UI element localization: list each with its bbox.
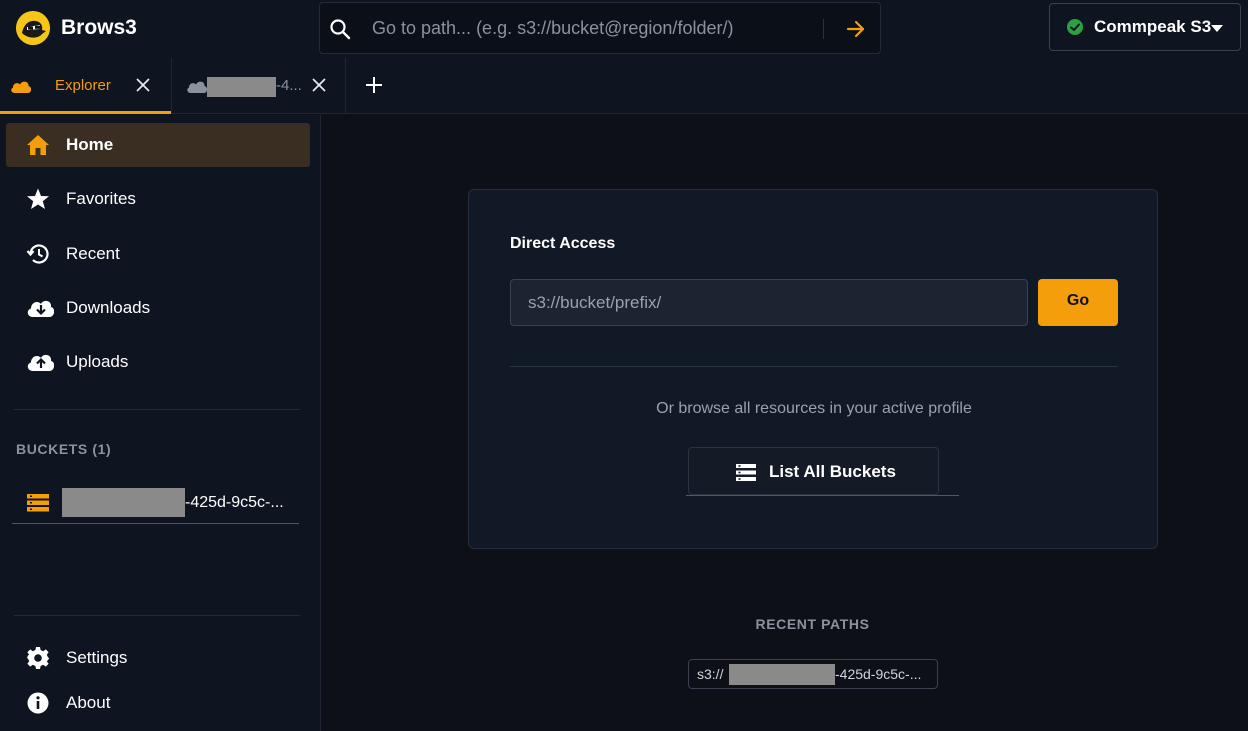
cloud-upload-icon (26, 350, 55, 374)
search-input[interactable]: Go to path... (e.g. s3://bucket@region/f… (372, 18, 733, 39)
direct-access-card: Direct Access s3://bucket/prefix/ Go Or … (468, 189, 1158, 549)
sidebar-divider (14, 615, 300, 616)
tab-label: Explorer (55, 77, 111, 94)
caret-down-icon (1211, 25, 1223, 32)
bucket-list-item[interactable]: -425d-9c5c-... (12, 482, 299, 524)
close-icon[interactable] (309, 75, 329, 95)
search-icon (329, 18, 351, 40)
direct-access-placeholder: s3://bucket/prefix/ (528, 293, 662, 312)
card-divider (510, 366, 1118, 367)
cloud-icon (186, 80, 208, 93)
sidebar-item-uploads[interactable]: Uploads (6, 340, 310, 384)
top-bar: Brows3 Go to path... (e.g. s3://bucket@r… (0, 0, 1248, 58)
tab-label: -4... (276, 77, 302, 94)
direct-access-input[interactable]: s3://bucket/prefix/ (510, 279, 1028, 326)
go-button-label: Go (1066, 292, 1090, 309)
profile-name: Commpeak S3 (1094, 17, 1212, 36)
sidebar-item-label: Recent (66, 244, 120, 263)
focus-underline (686, 495, 959, 496)
profile-selector-button[interactable]: Commpeak S3 (1049, 3, 1241, 51)
redacted-text (207, 77, 276, 97)
tab-bucket[interactable]: -4... (171, 58, 346, 114)
sidebar-item-label: About (66, 693, 111, 712)
buckets-heading: BUCKETS (1) (16, 441, 112, 457)
browse-hint: Or browse all resources in your active p… (656, 400, 972, 417)
tab-explorer[interactable]: Explorer (0, 58, 171, 114)
cloud-download-icon (26, 296, 55, 320)
info-icon (26, 691, 50, 715)
star-icon (26, 187, 50, 211)
sidebar-item-settings[interactable]: Settings (6, 636, 310, 680)
duck-logo-icon[interactable] (16, 11, 50, 45)
sidebar-item-downloads[interactable]: Downloads (6, 286, 310, 330)
list-all-buckets-label: List All Buckets (769, 462, 896, 481)
tab-bar: Explorer -4... (0, 58, 1248, 114)
close-icon[interactable] (133, 75, 153, 95)
app-title: Brows3 (61, 16, 137, 39)
direct-access-title: Direct Access (510, 235, 616, 252)
sidebar-item-home[interactable]: Home (6, 123, 310, 167)
sidebar: Home Favorites Recent Downloads Uploads … (0, 115, 321, 731)
redacted-text (62, 488, 185, 517)
sidebar-item-label: Downloads (66, 298, 151, 317)
sidebar-item-label: Uploads (66, 352, 129, 371)
list-all-buckets-button[interactable]: List All Buckets (688, 447, 939, 495)
recent-path-chip[interactable]: s3:// -425d-9c5c-... (688, 659, 938, 689)
bucket-name: -425d-9c5c-... (185, 494, 284, 511)
bucket-storage-icon (27, 494, 49, 512)
sidebar-item-about[interactable]: About (6, 681, 310, 725)
sidebar-item-label: Favorites (66, 189, 136, 208)
cloud-icon (10, 80, 32, 93)
main-content: Direct Access s3://bucket/prefix/ Go Or … (321, 115, 1248, 731)
search-divider (823, 19, 824, 39)
redacted-text (729, 664, 835, 685)
go-button[interactable]: Go (1038, 279, 1118, 326)
add-tab-button[interactable] (362, 73, 386, 97)
recent-path-suffix: -425d-9c5c-... (835, 666, 922, 682)
sidebar-item-recent[interactable]: Recent (6, 232, 310, 276)
recent-path-prefix: s3:// (697, 666, 724, 682)
sidebar-divider (14, 409, 300, 410)
gear-icon (26, 646, 50, 670)
list-icon (736, 464, 756, 481)
recent-paths-heading: RECENT PATHS (755, 616, 870, 632)
sidebar-item-label: Home (66, 135, 114, 154)
home-icon (26, 133, 50, 157)
path-search-bar[interactable]: Go to path... (e.g. s3://bucket@region/f… (319, 2, 881, 54)
sidebar-item-favorites[interactable]: Favorites (6, 177, 310, 221)
arrow-right-icon[interactable] (845, 18, 867, 40)
history-icon (26, 242, 50, 266)
check-circle-icon (1067, 19, 1083, 35)
sidebar-item-label: Settings (66, 648, 128, 667)
